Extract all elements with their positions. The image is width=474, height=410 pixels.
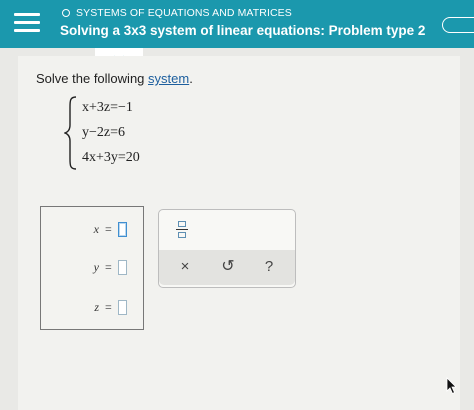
toolbar-actions: × ↺ ? — [159, 250, 295, 285]
equation-3: 4x+3y=20 — [82, 150, 140, 165]
equation-2: y−2z=6 — [82, 125, 126, 140]
help-icon[interactable]: ? — [261, 258, 277, 276]
answer-input-z[interactable] — [117, 299, 127, 315]
answer-equals-x: = — [105, 221, 112, 236]
answer-label-x: x — [93, 221, 99, 236]
answer-row-x: x = — [41, 219, 143, 239]
clear-icon[interactable]: × — [177, 258, 193, 276]
equation-system: x+3z=−1 y−2z=6 4x+3y=20 — [82, 95, 140, 170]
math-toolbar: × ↺ ? — [158, 209, 296, 288]
problem-area: Solve the following system. x+3z=−1 y−2z… — [18, 56, 460, 410]
breadcrumb: SYSTEMS OF EQUATIONS AND MATRICES — [62, 7, 292, 19]
instruction-suffix: . — [189, 71, 193, 86]
topic-circle-icon — [62, 9, 70, 17]
answer-row-z: z = — [41, 297, 143, 317]
fraction-template-button[interactable] — [175, 220, 191, 242]
left-brace-icon — [64, 96, 77, 170]
fraction-denominator-icon — [178, 232, 186, 238]
top-right-pill-icon[interactable] — [442, 17, 474, 33]
answer-equals-y: = — [105, 259, 112, 274]
top-bar: SYSTEMS OF EQUATIONS AND MATRICES Solvin… — [0, 0, 474, 48]
breadcrumb-text: SYSTEMS OF EQUATIONS AND MATRICES — [76, 7, 292, 19]
answer-input-y[interactable] — [117, 259, 127, 275]
answer-box: x = y = z = — [40, 206, 144, 330]
answer-row-y: y = — [41, 257, 143, 277]
answer-equals-z: = — [105, 299, 112, 314]
hamburger-menu-icon[interactable] — [14, 13, 40, 33]
answer-label-y: y — [93, 259, 99, 274]
undo-icon[interactable]: ↺ — [219, 258, 237, 276]
fraction-bar-icon — [176, 229, 188, 231]
system-link[interactable]: system — [148, 71, 189, 86]
mouse-pointer-icon — [446, 377, 457, 395]
answer-input-x[interactable] — [117, 221, 127, 237]
equation-1: x+3z=−1 — [82, 100, 133, 115]
fraction-numerator-icon — [178, 221, 186, 227]
instruction-prefix: Solve the following — [36, 71, 149, 86]
instruction: Solve the following system. — [36, 71, 193, 86]
answer-label-z: z — [94, 299, 99, 314]
page-title: Solving a 3x3 system of linear equations… — [60, 23, 426, 38]
